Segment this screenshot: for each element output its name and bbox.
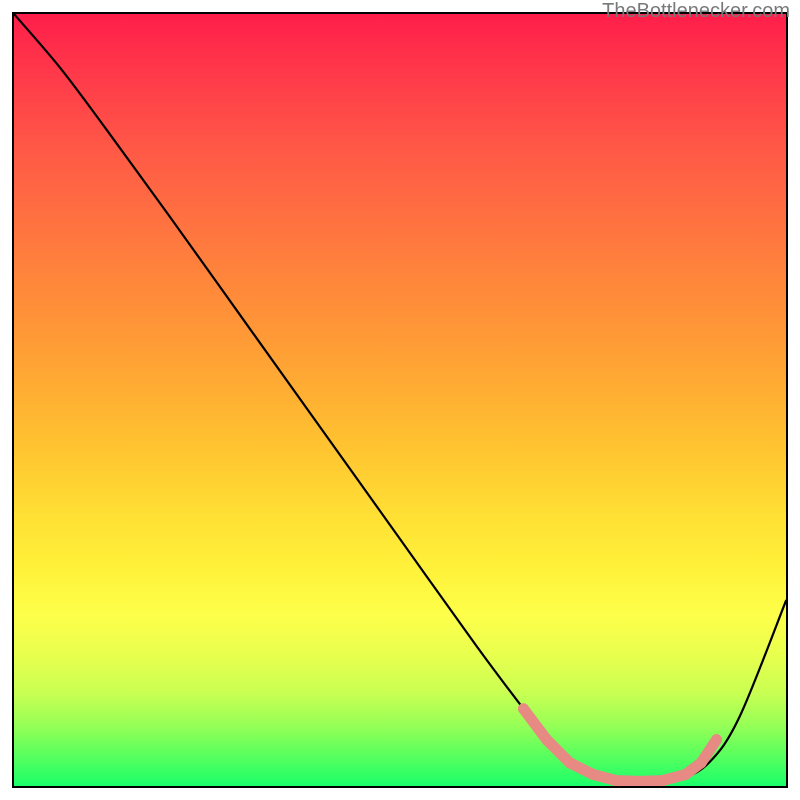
chart-gradient-background xyxy=(14,14,786,786)
bottleneck-chart: TheBottlenecker.com xyxy=(0,0,800,800)
watermark-text: TheBottlenecker.com xyxy=(602,0,790,23)
